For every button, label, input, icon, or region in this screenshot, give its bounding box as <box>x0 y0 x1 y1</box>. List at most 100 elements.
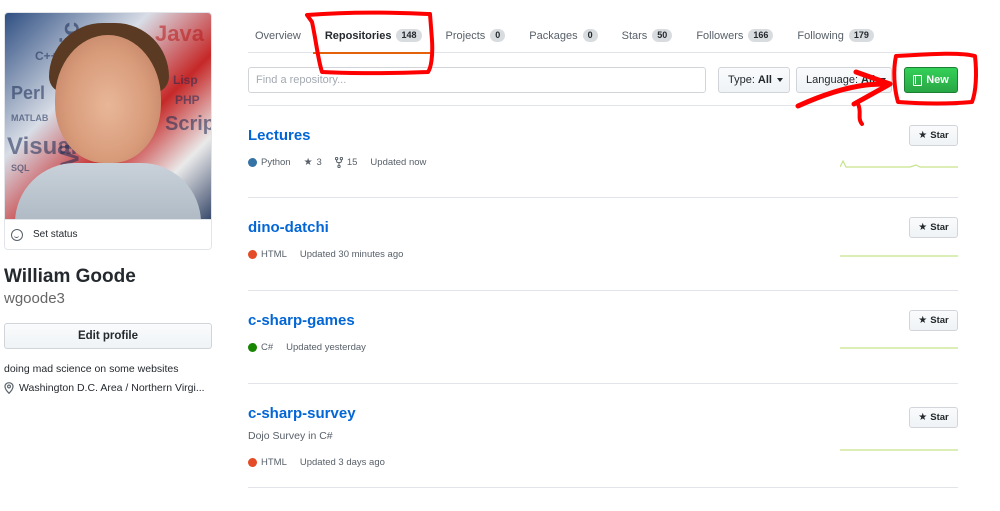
star-button[interactable]: ★ Star <box>909 217 958 238</box>
repo-meta: C# Updated yesterday <box>248 342 379 353</box>
star-icon: ★ <box>918 129 928 141</box>
repo-language-label: HTML <box>261 249 287 260</box>
repo-filter-bar: Type: All Language: All New <box>248 67 958 93</box>
repo-language: C# <box>248 342 273 353</box>
tab-stars[interactable]: Stars 50 <box>610 18 685 53</box>
avatar-word: Java <box>155 21 204 46</box>
repo-language: HTML <box>248 249 287 260</box>
tab-projects[interactable]: Projects 0 <box>434 18 518 53</box>
tab-counter: 166 <box>748 29 774 42</box>
activity-sparkline <box>840 159 958 168</box>
type-filter-dropdown[interactable]: Type: All <box>718 67 790 93</box>
star-button-label: Star <box>930 315 949 326</box>
type-filter-value: All <box>757 74 772 86</box>
star-icon: ★ <box>918 221 928 233</box>
language-filter-value: All <box>861 74 876 86</box>
profile-tabs: Overview Repositories 148 Projects 0 Pac… <box>248 18 958 54</box>
tab-label: Projects <box>445 29 486 42</box>
repo-language-label: Python <box>261 157 291 168</box>
repo-book-icon <box>913 74 923 86</box>
avatar-face <box>55 35 161 163</box>
repo-star-count: 3 <box>316 157 322 168</box>
repo-meta: HTML Updated 30 minutes ago <box>248 249 416 260</box>
edit-profile-button[interactable]: Edit profile <box>4 323 212 349</box>
activity-sparkline <box>840 255 958 257</box>
language-filter-dropdown[interactable]: Language: All <box>796 67 892 93</box>
star-button-label: Star <box>930 412 949 423</box>
language-color-dot <box>248 458 257 467</box>
tab-counter: 0 <box>490 29 506 42</box>
repo-stargazers-link[interactable]: ★ 3 <box>304 157 322 168</box>
tab-counter: 148 <box>396 29 422 42</box>
repo-language: HTML <box>248 457 287 468</box>
set-status-label: Set status <box>33 229 78 240</box>
repo-name-link[interactable]: c-sharp-survey <box>248 405 356 422</box>
tab-packages[interactable]: Packages 0 <box>517 18 609 53</box>
repo-updated: Updated 30 minutes ago <box>299 249 404 260</box>
profile-username: wgoode3 <box>4 290 65 307</box>
tab-label: Stars <box>621 29 648 42</box>
avatar[interactable]: VisualBasic VisualBasic Java Script Perl… <box>5 13 211 219</box>
type-filter-label: Type: <box>728 74 755 86</box>
avatar-word: PHP <box>175 93 200 107</box>
tab-counter: 50 <box>652 29 673 42</box>
tab-label: Packages <box>529 29 578 42</box>
avatar-word: MATLAB <box>11 113 49 123</box>
avatar-word: Script <box>165 113 211 135</box>
repo-list-item: c-sharp-survey Dojo Survey in C# HTML Up… <box>248 384 958 488</box>
tab-label: Followers <box>696 29 744 42</box>
repo-language: Python <box>248 157 291 168</box>
star-button[interactable]: ★ Star <box>909 407 958 428</box>
repo-forks-link[interactable]: 15 <box>334 157 358 168</box>
language-filter-label: Language: <box>806 74 858 86</box>
smiley-icon <box>11 228 23 241</box>
profile-fullname: William Goode <box>4 266 136 287</box>
location-label: Washington D.C. Area / Northern Virgi... <box>19 382 205 394</box>
repo-description: Dojo Survey in C# <box>248 430 333 442</box>
tab-label: Repositories <box>324 29 392 42</box>
tab-counter: 179 <box>848 29 874 42</box>
avatar-card: VisualBasic VisualBasic Java Script Perl… <box>4 12 212 250</box>
set-status-button[interactable]: Set status <box>5 219 211 249</box>
language-color-dot <box>248 343 257 352</box>
star-icon: ★ <box>918 411 928 423</box>
language-color-dot <box>248 250 257 259</box>
repo-fork-count: 15 <box>346 157 358 168</box>
new-repository-button[interactable]: New <box>904 67 958 93</box>
star-button-label: Star <box>930 130 949 141</box>
repo-language-label: HTML <box>261 457 287 468</box>
repo-updated: Updated yesterday <box>286 342 366 353</box>
avatar-word: SQL <box>11 163 30 173</box>
repo-name-link[interactable]: dino-datchi <box>248 219 329 236</box>
activity-sparkline <box>840 449 958 451</box>
star-icon: ★ <box>303 157 313 168</box>
star-icon: ★ <box>918 314 928 326</box>
location-pin-icon <box>4 382 14 394</box>
star-button[interactable]: ★ Star <box>909 310 958 331</box>
repo-meta: Python ★ 3 15 Updated now <box>248 157 439 168</box>
tab-overview[interactable]: Overview <box>248 18 313 53</box>
fork-icon <box>334 157 343 168</box>
repo-name-link[interactable]: c-sharp-games <box>248 312 355 329</box>
repo-meta: HTML Updated 3 days ago <box>248 457 398 468</box>
avatar-shirt <box>15 163 201 219</box>
repo-updated: Updated now <box>370 157 427 168</box>
repo-name-link[interactable]: Lectures <box>248 127 311 144</box>
activity-sparkline <box>840 347 958 349</box>
new-button-label: New <box>926 74 949 86</box>
tab-label: Overview <box>255 29 301 42</box>
avatar-word: Lisp <box>173 73 198 87</box>
star-button[interactable]: ★ Star <box>909 125 958 146</box>
repo-list-item: dino-datchi HTML Updated 30 minutes ago … <box>248 198 958 291</box>
tab-counter: 0 <box>582 29 598 42</box>
repo-list-item: c-sharp-games C# Updated yesterday ★ Sta… <box>248 291 958 384</box>
profile-bio: doing mad science on some websites <box>4 363 179 375</box>
tab-followers[interactable]: Followers 166 <box>684 18 785 53</box>
repo-list-item: Lectures Python ★ 3 15 Updated now ★ Sta… <box>248 106 958 198</box>
tab-repositories[interactable]: Repositories 148 <box>312 18 434 54</box>
repo-search-input[interactable] <box>248 67 706 93</box>
tab-label: Following <box>797 29 844 42</box>
star-button-label: Star <box>930 222 949 233</box>
language-color-dot <box>248 158 257 167</box>
tab-following[interactable]: Following 179 <box>785 18 886 53</box>
